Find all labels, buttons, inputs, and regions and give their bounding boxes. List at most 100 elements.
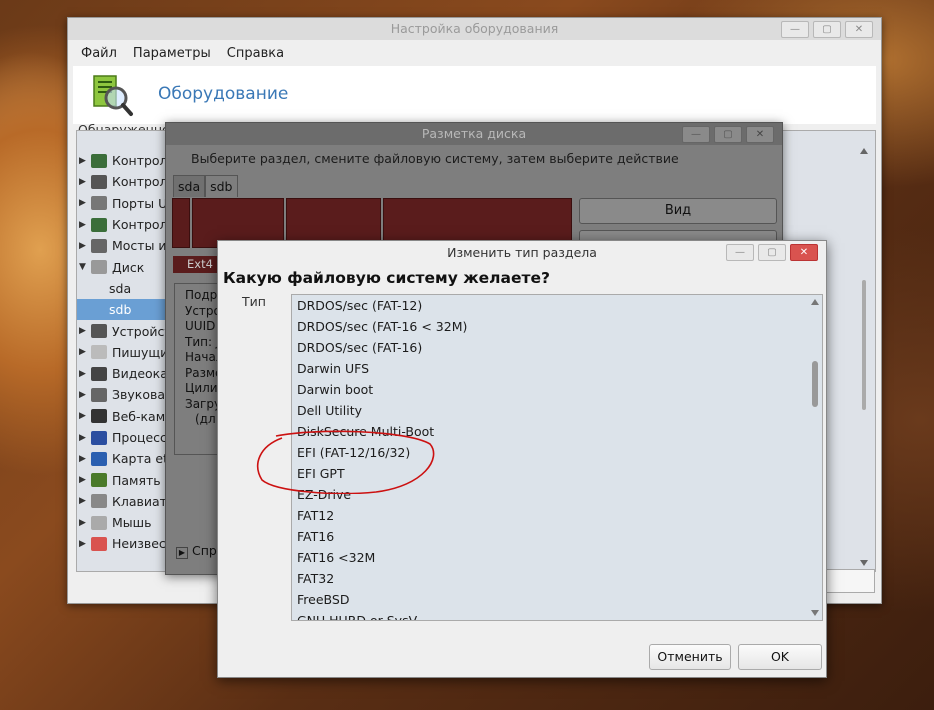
tree-item-label: Звуковая (112, 387, 173, 403)
menu-help[interactable]: Справка (219, 42, 292, 64)
cancel-button[interactable]: Отменить (649, 644, 731, 670)
details-frame: Подро Устро UUID Тип: J Начал Разме Цили Загру(… (174, 283, 225, 455)
cpu-icon (91, 430, 107, 445)
dialog-titlebar[interactable]: Изменить тип раздела — ▢ ✕ (218, 241, 826, 265)
collapsed-arrow-icon[interactable]: ▶ (79, 454, 91, 464)
detail-label: Начал (185, 350, 224, 364)
collapsed-arrow-icon[interactable]: ▶ (79, 539, 91, 549)
tree-item-label: Неизвест (112, 536, 174, 552)
disk-icon (91, 260, 107, 275)
filesystem-list[interactable]: DRDOS/sec (FAT-12) DRDOS/sec (FAT-16 < 32… (291, 294, 823, 621)
collapsed-arrow-icon[interactable]: ▶ (79, 411, 91, 421)
controller-icon (91, 153, 107, 168)
tree-item-label: Карта et (112, 451, 168, 467)
maximize-icon[interactable]: ▢ (714, 126, 742, 143)
help-expander-label: Спр (192, 543, 217, 558)
ok-button[interactable]: OK (738, 644, 822, 670)
filesystem-list-item[interactable]: Darwin boot (292, 379, 822, 400)
tree-item-label: Порты U (112, 195, 168, 211)
help-expander[interactable]: ▶ Спр (176, 543, 217, 559)
filesystem-list-item[interactable]: DiskSecure Multi-Boot (292, 421, 822, 442)
collapsed-arrow-icon[interactable]: ▶ (79, 177, 91, 187)
filesystem-list-item[interactable]: DRDOS/sec (FAT-12) (292, 295, 822, 316)
controller-icon (91, 217, 107, 232)
partition-window-title: Разметка диска (421, 126, 527, 141)
tab-sdb[interactable]: sdb (205, 175, 238, 197)
header-panel: Оборудование (73, 66, 876, 124)
filesystem-list-item[interactable]: DRDOS/sec (FAT-16 < 32M) (292, 316, 822, 337)
minimize-icon[interactable]: — (726, 244, 754, 261)
detail-label: Подро (185, 288, 225, 302)
collapsed-arrow-icon[interactable]: ▶ (79, 475, 91, 485)
partition-window-titlebar[interactable]: Разметка диска — ▢ ✕ (166, 123, 782, 145)
view-button[interactable]: Вид (579, 198, 777, 224)
hardware-magnifier-icon (93, 75, 133, 116)
menu-parameters[interactable]: Параметры (125, 42, 219, 64)
close-icon[interactable]: ✕ (746, 126, 774, 143)
tree-item-label: Мышь (112, 515, 152, 531)
maximize-icon[interactable]: ▢ (813, 21, 841, 38)
collapsed-arrow-icon[interactable]: ▶ (79, 390, 91, 400)
detail-label: Цили (185, 381, 218, 395)
webcam-icon (91, 409, 107, 424)
filesystem-list-item[interactable]: EFI GPT (292, 463, 822, 484)
tab-sda[interactable]: sda (173, 175, 206, 197)
collapsed-arrow-icon[interactable]: ▶ (79, 518, 91, 528)
tree-item-label: Устройст (112, 323, 172, 339)
detail-label: Разме (185, 365, 223, 380)
filesystem-list-item[interactable]: DRDOS/sec (FAT-16) (292, 337, 822, 358)
collapsed-arrow-icon[interactable]: ▶ (79, 220, 91, 230)
expanded-arrow-icon[interactable]: ▼ (79, 262, 91, 272)
filesystem-list-item[interactable]: FAT12 (292, 505, 822, 526)
close-icon[interactable]: ✕ (845, 21, 873, 38)
video-card-icon (91, 366, 107, 381)
optical-drive-icon (91, 345, 107, 360)
tree-scrollbar[interactable] (859, 140, 869, 570)
filesystem-list-item[interactable]: EZ-Drive (292, 484, 822, 505)
filesystem-list-item[interactable]: EFI (FAT-12/16/32) (292, 442, 822, 463)
collapsed-arrow-icon[interactable]: ▶ (79, 156, 91, 166)
dialog-title: Изменить тип раздела (447, 245, 597, 260)
change-partition-type-dialog: Изменить тип раздела — ▢ ✕ Какую файлову… (217, 240, 827, 678)
tree-item-label: Веб-каме (112, 408, 173, 424)
collapsed-arrow-icon[interactable]: ▶ (79, 198, 91, 208)
detail-label: Загру (185, 396, 222, 411)
filesystem-list-item[interactable]: Dell Utility (292, 400, 822, 421)
filesystem-list-item[interactable]: GNU HURD or SysV (292, 610, 822, 620)
partition-segment[interactable] (172, 198, 190, 248)
close-icon[interactable]: ✕ (790, 244, 818, 261)
collapsed-arrow-icon[interactable]: ▶ (79, 241, 91, 251)
filesystem-list-item[interactable]: FreeBSD (292, 589, 822, 610)
tree-item-label: Диск (112, 259, 145, 275)
bridge-icon (91, 238, 107, 253)
filesystem-list-item[interactable]: FAT16 <32M (292, 547, 822, 568)
partition-instruction: Выберите раздел, смените файловую систем… (191, 151, 679, 166)
menu-file[interactable]: Файл (73, 42, 125, 64)
network-card-icon (91, 451, 107, 466)
collapsed-arrow-icon[interactable]: ▶ (79, 347, 91, 357)
collapsed-arrow-icon[interactable]: ▶ (79, 496, 91, 506)
tree-item-label: Контрол (112, 217, 168, 233)
filesystem-list-item[interactable]: Darwin UFS (292, 358, 822, 379)
collapsed-arrow-icon[interactable]: ▶ (79, 369, 91, 379)
maximize-icon[interactable]: ▢ (758, 244, 786, 261)
page-title: Оборудование (158, 84, 289, 104)
collapsed-arrow-icon[interactable]: ▶ (79, 433, 91, 443)
detail-label: (дл (195, 412, 216, 426)
tree-item-label: Память (112, 472, 161, 488)
collapsed-arrow-icon[interactable]: ▶ (79, 326, 91, 336)
minimize-icon[interactable]: — (781, 21, 809, 38)
filesystem-list-item[interactable]: FAT16 (292, 526, 822, 547)
usb-icon (91, 324, 107, 339)
speaker-icon (91, 387, 107, 402)
tree-item-label: sdb (109, 302, 132, 318)
disk-tabs: sda sdb (173, 175, 238, 197)
detail-label: Устро (185, 303, 221, 318)
main-window-titlebar[interactable]: Настройка оборудования — ▢ ✕ (68, 18, 881, 40)
expander-icon: ▶ (176, 547, 188, 559)
tree-item-label: Мосты и (112, 238, 167, 254)
list-scrollbar[interactable] (808, 295, 822, 620)
filesystem-list-item[interactable]: FAT32 (292, 568, 822, 589)
minimize-icon[interactable]: — (682, 126, 710, 143)
dialog-question: Какую файловую систему желаете? (223, 269, 550, 287)
